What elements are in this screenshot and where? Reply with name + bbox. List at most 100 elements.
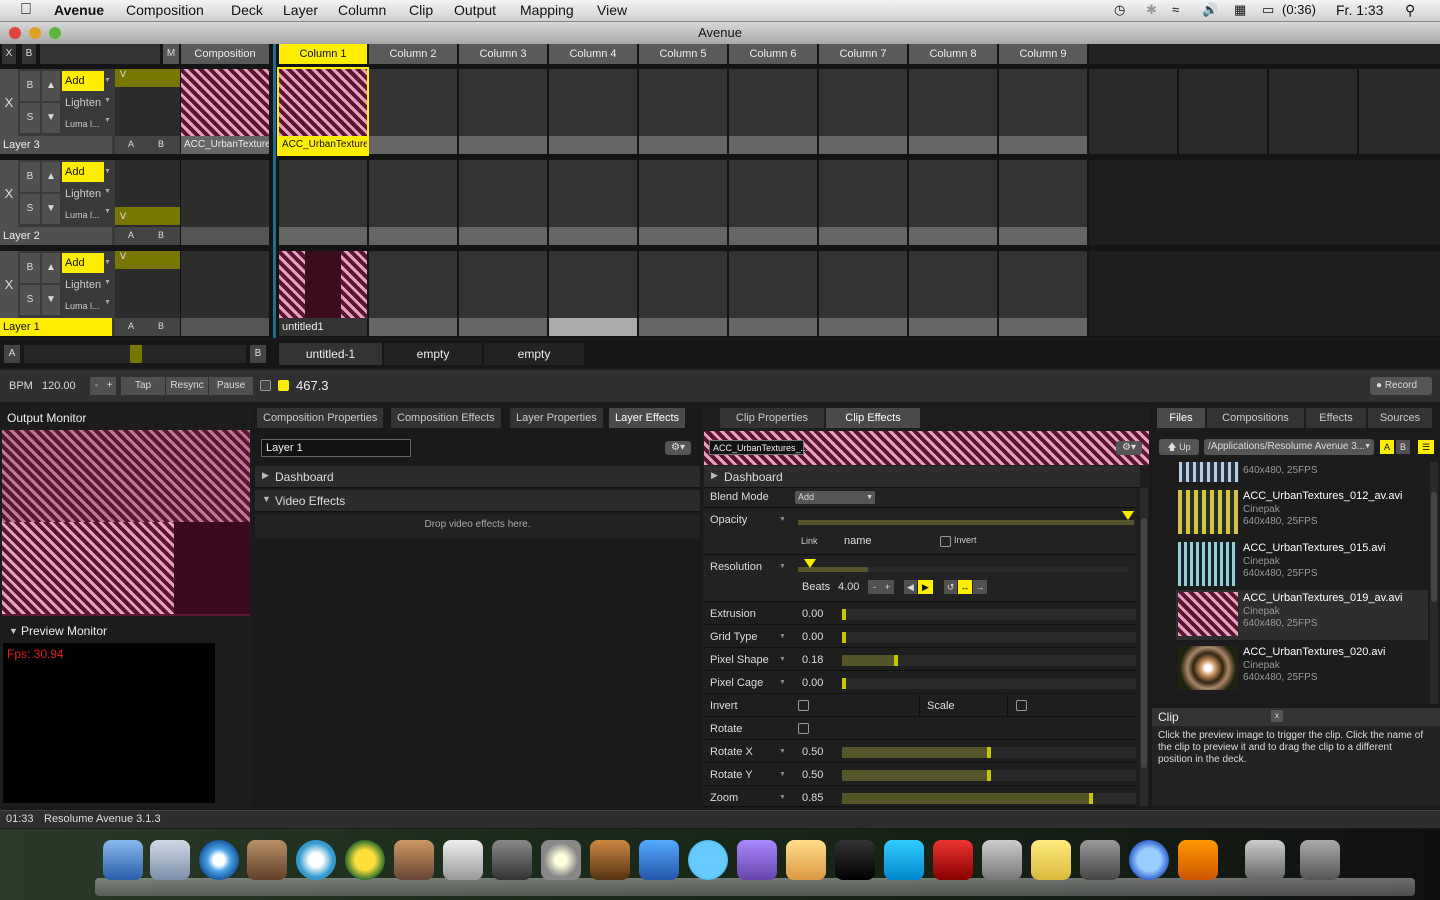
layer-3-move-down-icon[interactable]: ▼ — [42, 103, 60, 133]
layer-3-composition-thumbnail[interactable] — [181, 69, 269, 136]
param-dropdown-icon[interactable]: ▼ — [779, 771, 786, 778]
deck-tab[interactable]: empty — [484, 343, 584, 365]
layer-3-clip-2[interactable] — [369, 69, 457, 154]
layer-1-clip-5[interactable] — [639, 251, 727, 336]
app-icon[interactable] — [737, 840, 777, 880]
layer-1-clip-6[interactable] — [729, 251, 817, 336]
opacity-slider[interactable] — [798, 520, 1134, 525]
clip-panel-scrollbar-thumb[interactable] — [1141, 518, 1147, 768]
bpm-value[interactable]: 120.00 — [42, 380, 76, 392]
layer-2-clip-6[interactable] — [729, 160, 817, 245]
resolution-dropdown-icon[interactable]: ▼ — [779, 563, 786, 570]
layer-1-composition-cell[interactable] — [181, 251, 269, 336]
safari-icon[interactable] — [199, 840, 239, 880]
crossfader-a-button[interactable]: A — [4, 345, 20, 363]
clock[interactable]: Fr. 1:33 — [1336, 2, 1383, 18]
clip-slot-label[interactable] — [459, 318, 547, 336]
file-thumbnail[interactable] — [1178, 490, 1238, 534]
wifi-icon[interactable]: ≈ — [1172, 2, 1179, 17]
browser-scrollbar-thumb[interactable] — [1431, 492, 1437, 602]
layer-3-composition-cell[interactable]: ACC_UrbanTexture... — [181, 69, 269, 154]
file-item-selected[interactable]: ACC_UrbanTextures_019_av.avi Cinepak 640x… — [1176, 590, 1428, 640]
loop-icon[interactable]: ↺ — [944, 580, 957, 594]
layer-1-clip-2[interactable] — [369, 251, 457, 336]
vlc-icon[interactable] — [1178, 840, 1218, 880]
column-2-header[interactable]: Column 2 — [369, 44, 457, 64]
layer-1-blend-luma[interactable]: Luma l... — [62, 297, 104, 315]
layer-2-blend-lighten[interactable]: Lighten — [62, 184, 104, 204]
clip-slot-label[interactable] — [999, 136, 1087, 154]
tab-effects[interactable]: Effects — [1306, 408, 1366, 428]
param-dropdown-icon[interactable]: ▼ — [779, 748, 786, 755]
layer-3-blend-lighten[interactable]: Lighten — [62, 93, 104, 113]
layer-3-b-button[interactable]: B — [158, 139, 164, 149]
slider-knob[interactable] — [987, 770, 991, 781]
menu-output[interactable]: Output — [454, 2, 496, 18]
layer-1-move-down-icon[interactable]: ▼ — [42, 285, 60, 315]
layer-2-b-button[interactable]: B — [158, 230, 164, 240]
clip-slot-label[interactable] — [549, 136, 637, 154]
param-value[interactable]: 0.00 — [802, 677, 823, 689]
layer-3-clip-7[interactable] — [819, 69, 907, 154]
layer-2-a-button[interactable]: A — [128, 230, 134, 240]
column-7-header[interactable]: Column 7 — [819, 44, 907, 64]
layer-1-clip-8[interactable] — [909, 251, 997, 336]
slider-knob[interactable] — [987, 747, 991, 758]
app-icon[interactable] — [884, 840, 924, 880]
tap-button[interactable]: Tap — [121, 377, 165, 395]
layer-1-clear-button[interactable]: X — [0, 251, 18, 318]
layer-2-clip-2[interactable] — [369, 160, 457, 245]
menu-clip[interactable]: Clip — [409, 2, 433, 18]
beats-value[interactable]: 4.00 — [838, 581, 859, 593]
bpm-decrease-button[interactable]: - — [90, 377, 103, 395]
scale-checkbox[interactable] — [1016, 700, 1027, 711]
opacity-knob[interactable] — [1122, 511, 1134, 520]
browser-path-select[interactable]: /Applications/Resolume Avenue 3... ▼ — [1204, 439, 1374, 455]
resolution-slider[interactable] — [798, 567, 1128, 572]
zoom-window-icon[interactable] — [49, 27, 61, 39]
layer-2-clip-1[interactable] — [279, 160, 367, 245]
param-dropdown-icon[interactable]: ▼ — [779, 656, 786, 663]
play-forward-icon[interactable]: ▶ — [918, 580, 933, 594]
effects-drop-zone[interactable]: Drop video effects here. — [255, 514, 700, 538]
link-name[interactable]: name — [844, 535, 872, 547]
menu-layer[interactable]: Layer — [283, 2, 318, 18]
layer-2-blend-add[interactable]: Add — [62, 162, 104, 182]
menu-mapping[interactable]: Mapping — [520, 2, 574, 18]
layer-2-solo-button[interactable]: S — [20, 194, 40, 224]
clip-slot-label[interactable] — [819, 227, 907, 245]
app-icon[interactable] — [394, 840, 434, 880]
layer-3-blend-dropdown-icon[interactable]: ▼ ▼ ▼ — [104, 71, 114, 133]
layer-2-clip-3[interactable] — [459, 160, 547, 245]
video-effects-header[interactable]: ▼ Video Effects — [255, 490, 700, 512]
app-icon[interactable] — [786, 840, 826, 880]
layer-3-clip-6[interactable] — [729, 69, 817, 154]
layer-name-field[interactable]: Layer 1 — [261, 439, 411, 457]
layer-3-clip-1-thumbnail[interactable] — [279, 69, 367, 136]
column-9-header[interactable]: Column 9 — [999, 44, 1087, 64]
param-dropdown-icon[interactable]: ▼ — [779, 679, 786, 686]
clip-slot-label[interactable] — [819, 318, 907, 336]
slider-knob[interactable] — [842, 632, 846, 643]
bluetooth-icon[interactable]: ✱ — [1146, 2, 1157, 18]
slider-knob[interactable] — [1089, 793, 1093, 804]
param-slider[interactable] — [842, 747, 1136, 758]
layer-2-clip-7[interactable] — [819, 160, 907, 245]
layer-3-clip-4[interactable] — [549, 69, 637, 154]
header-x-button[interactable]: X — [2, 44, 16, 64]
clip-slot-label[interactable] — [909, 318, 997, 336]
pause-button[interactable]: Pause — [209, 377, 253, 395]
layer-1-clip-1-thumbnail-center[interactable] — [305, 251, 341, 318]
column-4-header[interactable]: Column 4 — [549, 44, 637, 64]
file-thumbnail[interactable] — [1178, 542, 1238, 586]
param-value[interactable]: 0.18 — [802, 654, 823, 666]
beats-decrease-button[interactable]: - — [868, 580, 881, 594]
clip-panel-scrollbar[interactable] — [1140, 488, 1148, 806]
header-m-button[interactable]: M — [163, 44, 179, 64]
layer-1-clip-1-name[interactable]: untitled1 — [279, 318, 367, 336]
layer-3-composition-clip-name[interactable]: ACC_UrbanTexture... — [181, 136, 269, 154]
file-name[interactable]: ACC_UrbanTextures_019_av.avi — [1243, 592, 1402, 604]
layer-3-name[interactable]: Layer 3 — [0, 136, 112, 154]
header-b-button[interactable]: B — [22, 44, 36, 64]
layer-2-move-down-icon[interactable]: ▼ — [42, 194, 60, 224]
